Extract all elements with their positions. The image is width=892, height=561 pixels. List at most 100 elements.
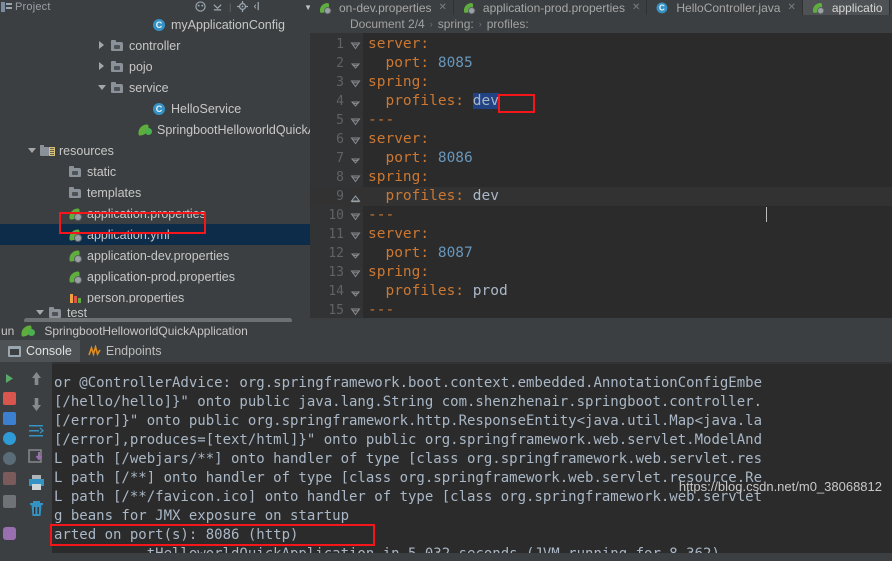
chevron-right-icon[interactable] — [98, 41, 107, 50]
spring-leaf-icon — [68, 228, 83, 242]
breadcrumb-item[interactable]: profiles: — [487, 17, 529, 31]
hide-panel-icon[interactable] — [254, 1, 263, 14]
close-icon[interactable]: ✕ — [787, 2, 795, 13]
code-fold-icon[interactable] — [350, 229, 361, 240]
divider: | — [229, 1, 232, 12]
editor-tab-bar[interactable]: on-dev.properties ✕ application-prod.prope… — [310, 0, 892, 15]
code-fold-icon[interactable] — [350, 58, 361, 69]
tree-item-static[interactable]: static — [0, 161, 310, 182]
code-fold-icon[interactable] — [350, 305, 361, 316]
trash-icon[interactable] — [28, 500, 45, 517]
console-line: g beans for JMX exposure on startup — [54, 508, 350, 524]
class-icon — [152, 102, 167, 116]
code-line[interactable]: 4 profiles: dev — [310, 92, 892, 111]
profiler-icon[interactable] — [3, 452, 16, 465]
tree-item-helloservice[interactable]: HelloService — [0, 98, 310, 119]
editor-tab-application-prod-properties[interactable]: application-prod.properties ✕ — [454, 0, 648, 15]
tree-item-resources[interactable]: resources — [0, 140, 310, 161]
code-fold-icon[interactable] — [350, 96, 361, 107]
code-content[interactable]: 1 server: 2 port: 8085 3 spring: 4 profiles: … — [310, 35, 892, 318]
run-icon[interactable] — [3, 372, 16, 385]
code-line[interactable]: 13 spring: — [310, 263, 892, 282]
tree-item-application-prod-properties[interactable]: application-prod.properties — [0, 266, 310, 287]
code-line[interactable]: 11 server: — [310, 225, 892, 244]
down-arrow-icon[interactable] — [28, 396, 45, 413]
debug-icon[interactable] — [3, 432, 16, 445]
print-icon[interactable] — [28, 474, 45, 491]
code-fold-icon[interactable] — [350, 172, 361, 183]
chevron-down-icon[interactable] — [98, 83, 107, 92]
tree-item-application-yml[interactable]: application.yml — [0, 224, 310, 245]
stop-icon[interactable] — [3, 392, 16, 405]
left-tool-strip[interactable] — [0, 362, 20, 553]
run-configuration-name[interactable]: SpringbootHelloworldQuickApplication — [44, 324, 247, 338]
plugins-icon[interactable] — [3, 527, 16, 540]
code-line[interactable]: 1 server: — [310, 35, 892, 54]
console-tab-label: Endpoints — [105, 344, 162, 358]
console-tab-bar[interactable]: Console Endpoints — [0, 339, 892, 362]
console-tab-endpoints[interactable]: Endpoints — [80, 340, 170, 362]
suspend-icon[interactable] — [3, 412, 16, 425]
code-fold-icon[interactable] — [350, 153, 361, 164]
code-line[interactable]: 15 --- — [310, 301, 892, 318]
tree-item-label: static — [87, 164, 117, 179]
code-line[interactable]: 9 profiles: dev — [310, 187, 892, 206]
code-text: spring: — [368, 264, 430, 280]
chevron-down-icon[interactable] — [28, 146, 37, 155]
tree-item-pojo[interactable]: pojo — [0, 56, 310, 77]
gear-icon[interactable] — [237, 0, 249, 14]
code-fold-icon[interactable] — [350, 134, 361, 145]
target-icon[interactable] — [195, 0, 206, 14]
tree-item-application-properties[interactable]: application.properties — [0, 203, 310, 224]
tree-item-springboothelloworldquickapplication[interactable]: SpringbootHelloworldQuickApplication — [0, 119, 310, 140]
code-line[interactable]: 6 server: — [310, 130, 892, 149]
up-arrow-icon[interactable] — [28, 370, 45, 387]
tree-item-templates[interactable]: templates — [0, 182, 310, 203]
code-line[interactable]: 12 port: 8087 — [310, 244, 892, 263]
code-fold-icon[interactable] — [350, 191, 361, 203]
chevron-down-icon[interactable] — [36, 308, 45, 317]
console-output[interactable]: or @ControllerAdvice: org.springframewor… — [52, 362, 892, 553]
code-line[interactable]: 8 spring: — [310, 168, 892, 187]
close-icon[interactable]: ✕ — [439, 2, 447, 13]
code-editor[interactable]: 1 server: 2 port: 8085 3 spring: 4 profiles: … — [310, 33, 892, 318]
code-fold-icon[interactable] — [350, 210, 361, 221]
code-line[interactable]: 10 --- — [310, 206, 892, 225]
console-tab-console[interactable]: Console — [0, 340, 80, 362]
tree-item-controller[interactable]: controller — [0, 35, 310, 56]
code-fold-icon[interactable] — [350, 77, 361, 88]
editor-tab-hellocontroller-java[interactable]: HelloController.java ✕ — [647, 0, 803, 15]
terminal-icon[interactable] — [3, 495, 16, 508]
tree-item-application-dev-properties[interactable]: application-dev.properties — [0, 245, 310, 266]
code-line[interactable]: 14 profiles: prod — [310, 282, 892, 301]
code-fold-icon[interactable] — [350, 248, 361, 259]
editor-tab-on-dev-properties[interactable]: on-dev.properties ✕ — [310, 0, 454, 15]
breadcrumb[interactable]: Document 2/4 › spring: › profiles: — [310, 15, 892, 33]
soft-wrap-icon[interactable] — [28, 422, 45, 439]
code-line[interactable]: 5 --- — [310, 111, 892, 130]
code-text: profiles: prod — [368, 283, 508, 299]
chevron-right-icon[interactable] — [98, 62, 107, 71]
code-text: port: 8086 — [368, 150, 473, 166]
code-fold-icon[interactable] — [350, 115, 361, 126]
close-icon[interactable]: ✕ — [632, 2, 640, 13]
code-fold-icon[interactable] — [350, 286, 361, 297]
breadcrumb-item[interactable]: Document 2/4 — [350, 17, 425, 31]
code-line[interactable]: 7 port: 8086 — [310, 149, 892, 168]
attach-icon[interactable] — [3, 472, 16, 485]
code-fold-icon[interactable] — [350, 39, 361, 50]
breadcrumb-item[interactable]: spring: — [438, 17, 474, 31]
collapse-all-icon[interactable] — [212, 1, 223, 14]
tree-item-myapplicationconfig[interactable]: myApplicationConfig — [0, 14, 310, 35]
project-tree[interactable]: myApplicationConfig controller pojo service… — [0, 14, 310, 306]
code-fold-icon[interactable] — [350, 267, 361, 278]
code-line[interactable]: 2 port: 8085 — [310, 54, 892, 73]
console-tools[interactable] — [20, 362, 52, 561]
code-line[interactable]: 3 spring: — [310, 73, 892, 92]
editor-tab-applicatio[interactable]: applicatio — [802, 0, 890, 15]
scroll-to-end-icon[interactable] — [27, 448, 45, 465]
tree-item-service[interactable]: service — [0, 77, 310, 98]
